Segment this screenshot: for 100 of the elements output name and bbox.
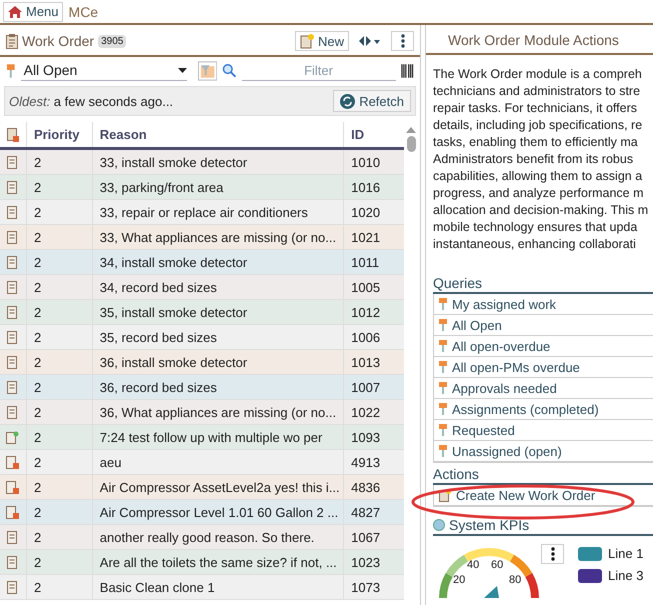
column-header[interactable]: Reason xyxy=(92,122,344,147)
section-heading: Queries xyxy=(433,274,653,294)
scrollbar-thumb[interactable] xyxy=(406,136,416,152)
table-cell-text: 4913 xyxy=(350,454,382,472)
query-item[interactable]: Assignments (completed) xyxy=(434,399,653,420)
clipboard-icon xyxy=(7,580,18,594)
clipboard-icon xyxy=(7,156,18,168)
clipboard-alert-icon xyxy=(6,128,19,142)
table-cell: 33, install smoke detector xyxy=(92,150,344,174)
caret-icon xyxy=(178,68,187,72)
table-row[interactable]: 2 33, repair or replace air conditioners 1020 xyxy=(0,200,404,225)
table-cell: 2 xyxy=(26,575,93,599)
table-cell: 2 xyxy=(26,175,93,199)
query-item[interactable]: My assigned work xyxy=(434,294,653,315)
table-row[interactable]: 2 another really good reason. So there. 1067 xyxy=(0,525,404,550)
table-row[interactable]: 2 Air Compressor Level 1.01 60 Gallon 2 ... 4827 xyxy=(0,500,404,525)
table-cell-text: 1093 xyxy=(350,428,382,446)
table-cell: 2 xyxy=(26,500,93,524)
clipboard-icon xyxy=(7,256,18,268)
table-cell-text: 1016 xyxy=(350,178,382,196)
clipboard-icon xyxy=(6,34,18,48)
table-row[interactable]: 2 35, install smoke detector 1012 xyxy=(0,300,404,325)
table-row[interactable]: 2 33, What appliances are missing (or no... 1021 xyxy=(0,225,404,250)
table-row[interactable]: 2 Are all the toilets the same size? if not, ... 1023 xyxy=(0,550,404,575)
scroll-up-arrow-icon[interactable] xyxy=(406,126,416,134)
table-cell-text: 1020 xyxy=(350,204,382,222)
barcode-icon[interactable] xyxy=(400,64,414,78)
refetch-button[interactable]: Refetch xyxy=(333,90,411,112)
table-row[interactable]: 2 Air Compressor AssetLevel2a yes! this i... 4836 xyxy=(0,475,404,500)
panel-title: Work Order xyxy=(22,33,94,49)
table-row[interactable]: 2 36, record bed sizes 1007 xyxy=(0,375,404,400)
table-cell: 36, What appliances are missing (or no... xyxy=(92,400,344,424)
more-button[interactable] xyxy=(541,544,564,564)
kebab-icon xyxy=(550,547,554,561)
clipboard-alert-icon xyxy=(6,480,20,494)
table-cell: 2 xyxy=(26,425,93,449)
table-cell: Are all the toilets the same size? if not, ... xyxy=(92,550,344,574)
table-cell: 2 xyxy=(26,400,93,424)
table-cell: Air Compressor AssetLevel2a yes! this i... xyxy=(92,475,344,499)
app-name: MCe xyxy=(68,4,98,20)
pin-icon xyxy=(439,340,447,352)
table-cell: aeu xyxy=(92,450,344,474)
action-item[interactable]: Create New Work Order xyxy=(434,485,653,506)
table-cell-text: 1067 xyxy=(350,528,382,546)
table-cell-text: 1073 xyxy=(350,578,382,596)
pin-icon xyxy=(439,361,447,373)
table-cell: 2 xyxy=(26,450,93,474)
clipboard-icon xyxy=(7,280,18,294)
pin-icon xyxy=(439,445,447,457)
table-row[interactable]: 2 35, record bed sizes 1006 xyxy=(0,325,404,350)
table-row[interactable]: 2 33, parking/front area 1016 xyxy=(0,175,404,200)
pin-icon xyxy=(6,64,16,78)
table-cell: 33, repair or replace air conditioners xyxy=(92,200,344,224)
clipboard-icon xyxy=(7,406,18,418)
count-badge: 3905 xyxy=(98,34,126,48)
table-row[interactable]: 2 36, What appliances are missing (or no... 1022 xyxy=(0,400,404,425)
table-cell: 2 xyxy=(26,375,93,399)
query-dropdown[interactable]: All Open xyxy=(20,60,187,81)
table-cell: 2 xyxy=(26,150,93,174)
table-cell-text: 1007 xyxy=(350,378,382,396)
clipboard-icon xyxy=(7,380,18,394)
table-cell-text: 1011 xyxy=(350,254,380,272)
pin-icon xyxy=(439,403,447,415)
menu-button[interactable]: Menu xyxy=(3,2,63,22)
table-row[interactable]: 2 aeu 4913 xyxy=(0,450,404,475)
clipboard-icon xyxy=(7,330,18,344)
table-cell: 35, record bed sizes xyxy=(92,325,344,349)
new-button[interactable]: New xyxy=(294,31,349,51)
split-view-icon[interactable] xyxy=(359,35,381,47)
clipboard-icon xyxy=(7,356,18,368)
section-heading: Actions xyxy=(433,465,653,485)
table-cell: 2 xyxy=(26,225,93,249)
table-row[interactable]: 2 36, install smoke detector 1013 xyxy=(0,350,404,375)
table-row[interactable]: 2 7:24 test follow up with multiple wo per 1093 xyxy=(0,425,404,450)
query-item[interactable]: Approvals needed xyxy=(434,378,653,399)
pin-icon xyxy=(439,319,447,331)
table-row[interactable]: 2 33, install smoke detector 1010 xyxy=(0,150,404,175)
refresh-icon xyxy=(340,94,356,108)
gauge-tick-label: 80 xyxy=(509,574,522,586)
query-item[interactable]: All Open xyxy=(434,315,653,336)
column-header[interactable]: Priority xyxy=(26,122,93,147)
search-icon[interactable] xyxy=(222,63,237,78)
query-item[interactable]: All open-overdue xyxy=(434,336,653,357)
table-row[interactable]: 2 34, record bed sizes 1005 xyxy=(0,275,404,300)
gauge-icon xyxy=(433,519,445,531)
query-item[interactable]: Unassigned (open) xyxy=(434,441,653,462)
table-cell-text: 4827 xyxy=(350,504,382,522)
gauge-tick-label: 40 xyxy=(467,559,480,571)
table-cell-text: 1006 xyxy=(350,328,382,346)
table-row[interactable]: 2 Basic Clean clone 1 1073 xyxy=(0,575,404,600)
clipboard-icon xyxy=(7,530,18,544)
kebab-icon xyxy=(400,34,404,48)
query-item[interactable]: Requested xyxy=(434,420,653,441)
table-row[interactable]: 2 34, install smoke detector 1011 xyxy=(0,250,404,275)
table-cell: 2 xyxy=(26,325,93,349)
table-cell-text: 1013 xyxy=(350,354,382,372)
more-button[interactable] xyxy=(391,31,414,51)
query-item[interactable]: All open-PMs overdue xyxy=(434,357,653,378)
column-header[interactable]: ID xyxy=(344,122,404,147)
description-text: The Work Order module is a compreh technicians and administrators to stre repair tasks. For technicians, it offers details, including job specifications, re tasks, enabling them to efficiently ma Administrators benefit from its robus capabilities, allowing them to assign a progress, and analyze performance m allocation and decision-making. This m mobile technology ensures that upda instantaneous, enhancing collaborati xyxy=(432,66,650,253)
